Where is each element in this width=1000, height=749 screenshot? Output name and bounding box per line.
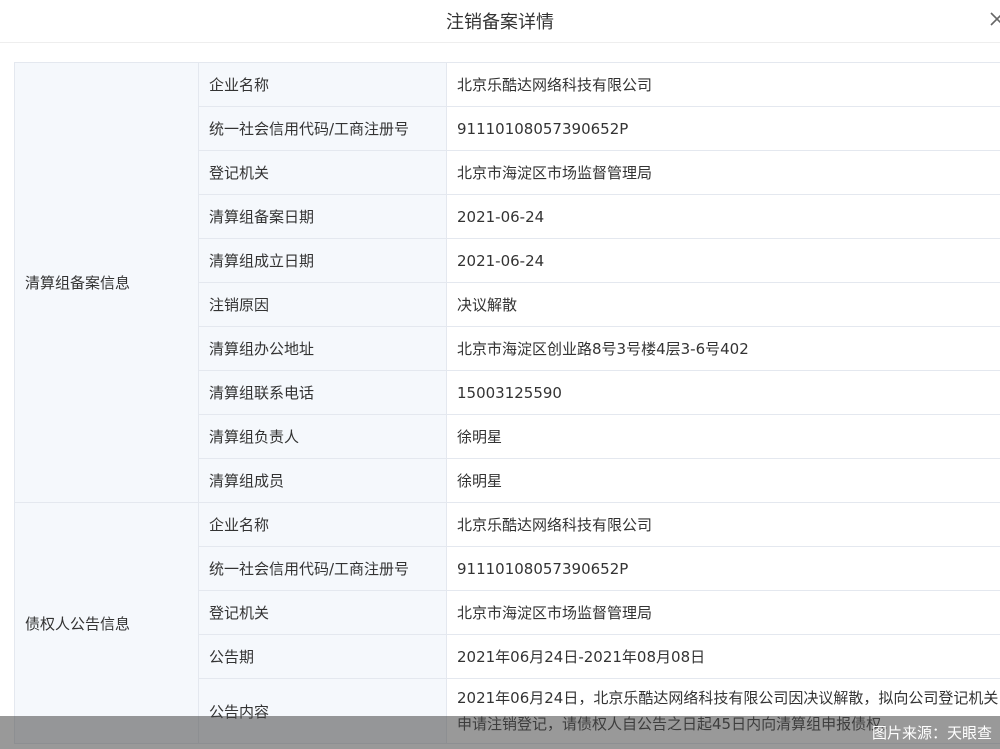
field-label: 清算组办公地址 bbox=[198, 326, 447, 371]
field-value: 北京乐酷达网络科技有限公司 bbox=[446, 502, 1000, 547]
field-label: 登记机关 bbox=[198, 150, 447, 195]
field-label: 清算组备案日期 bbox=[198, 194, 447, 239]
field-value: 北京市海淀区市场监督管理局 bbox=[446, 590, 1000, 635]
table-row: 清算组备案信息 企业名称 北京乐酷达网络科技有限公司 bbox=[14, 62, 1000, 503]
field-value: 91110108057390652P bbox=[446, 106, 1000, 151]
field-label: 公告期 bbox=[198, 634, 447, 679]
field-value: 2021-06-24 bbox=[446, 194, 1000, 239]
field-label: 清算组成员 bbox=[198, 458, 447, 503]
field-label: 统一社会信用代码/工商注册号 bbox=[198, 546, 447, 591]
registration-cancellation-detail-dialog: 注销备案详情 清算组备案信息 企业名称 北京乐酷达网络科技有限公司 统一社会信用… bbox=[0, 0, 1000, 749]
field-label: 清算组负责人 bbox=[198, 414, 447, 459]
field-value: 2021年06月24日-2021年08月08日 bbox=[446, 634, 1000, 679]
field-value: 北京市海淀区市场监督管理局 bbox=[446, 150, 1000, 195]
field-label: 清算组联系电话 bbox=[198, 370, 447, 415]
close-icon[interactable] bbox=[988, 10, 1000, 28]
section-title-creditor-notice: 债权人公告信息 bbox=[14, 502, 199, 744]
dialog-title: 注销备案详情 bbox=[446, 12, 554, 33]
field-value: 15003125590 bbox=[446, 370, 1000, 415]
field-label: 统一社会信用代码/工商注册号 bbox=[198, 106, 447, 151]
field-value: 徐明星 bbox=[446, 458, 1000, 503]
field-value: 徐明星 bbox=[446, 414, 1000, 459]
field-label: 企业名称 bbox=[198, 502, 447, 547]
field-label: 清算组成立日期 bbox=[198, 238, 447, 283]
dialog-header: 注销备案详情 bbox=[0, 0, 1000, 43]
detail-table: 清算组备案信息 企业名称 北京乐酷达网络科技有限公司 统一社会信用代码/工商注册… bbox=[14, 62, 1000, 744]
field-value: 北京市海淀区创业路8号3号楼4层3-6号402 bbox=[446, 326, 1000, 371]
section-title-liquidation-group: 清算组备案信息 bbox=[14, 62, 199, 503]
field-value: 北京乐酷达网络科技有限公司 bbox=[446, 62, 1000, 107]
watermark-text: 图片来源：天眼查 bbox=[871, 724, 992, 742]
field-label: 登记机关 bbox=[198, 590, 447, 635]
field-label: 企业名称 bbox=[198, 62, 447, 107]
field-value: 91110108057390652P bbox=[446, 546, 1000, 591]
field-value: 2021-06-24 bbox=[446, 238, 1000, 283]
watermark-bar: 图片来源：天眼查 bbox=[0, 716, 1000, 749]
table-row: 债权人公告信息 企业名称 北京乐酷达网络科技有限公司 bbox=[14, 502, 1000, 744]
field-label: 注销原因 bbox=[198, 282, 447, 327]
field-value: 决议解散 bbox=[446, 282, 1000, 327]
